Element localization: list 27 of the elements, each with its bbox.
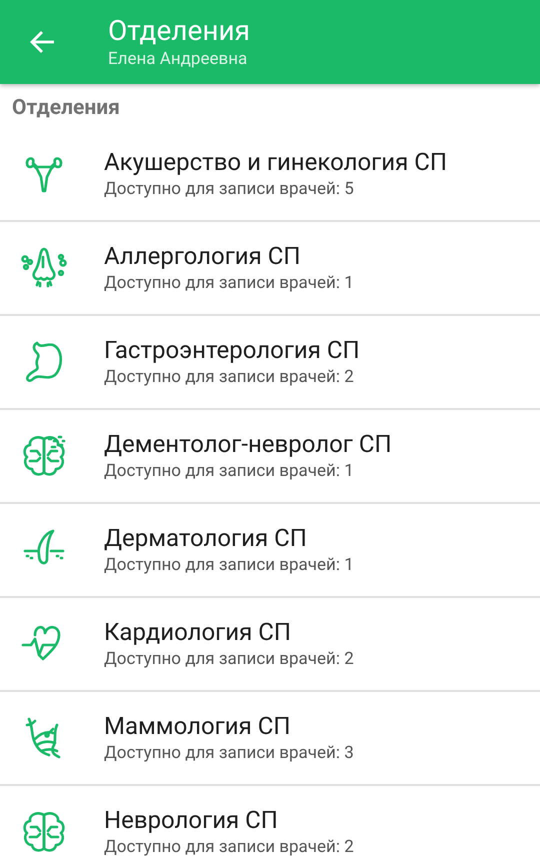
- availability-text: Доступно для записи врачей: 5: [104, 178, 355, 201]
- availability-text: Доступно для записи врачей: 2: [104, 648, 354, 671]
- department-item[interactable]: Неврология СП Доступно для записи врачей: 2: [0, 786, 540, 864]
- section-header: Отделения: [11, 95, 121, 122]
- department-item[interactable]: Аллергология СП Доступно для записи врачей: 1: [0, 222, 540, 316]
- screen-title: Отделения: [108, 14, 250, 48]
- availability-text: Доступно для записи врачей: 1: [104, 272, 354, 295]
- availability-text: Доступно для записи врачей: 1: [104, 554, 354, 577]
- department-item[interactable]: Маммология СП Доступно для записи врачей: 3: [0, 692, 540, 786]
- department-item[interactable]: Кардиология СП Доступно для записи врачей: 2: [0, 598, 540, 692]
- department-name: Кардиология СП: [104, 617, 292, 647]
- availability-text: Доступно для записи врачей: 2: [104, 836, 354, 859]
- department-item[interactable]: Дементолог-невролог СП Доступно для записи врачей: 1: [0, 410, 540, 504]
- availability-text: Доступно для записи врачей: 2: [104, 366, 355, 389]
- department-name: Акушерство и гинекология СП: [104, 147, 447, 177]
- availability-text: Доступно для записи врачей: 1: [104, 460, 355, 483]
- department-name: Маммология СП: [104, 711, 292, 741]
- department-item[interactable]: Дерматология СП Доступно для записи врачей: 1: [0, 504, 540, 598]
- department-name: Аллергология СП: [104, 241, 302, 271]
- department-item[interactable]: Акушерство и гинекология СП Доступно для записи врачей: 5: [0, 128, 540, 222]
- department-name: Дерматология СП: [104, 523, 308, 553]
- screen-subtitle: Елена Андреевна: [108, 48, 248, 70]
- department-name: Неврология СП: [104, 805, 279, 835]
- availability-text: Доступно для записи врачей: 3: [104, 742, 354, 765]
- department-name: Дементолог-невролог СП: [104, 429, 392, 459]
- department-item[interactable]: Гастроэнтерология СП Доступно для записи врачей: 2: [0, 316, 540, 410]
- department-name: Гастроэнтерология СП: [104, 335, 360, 365]
